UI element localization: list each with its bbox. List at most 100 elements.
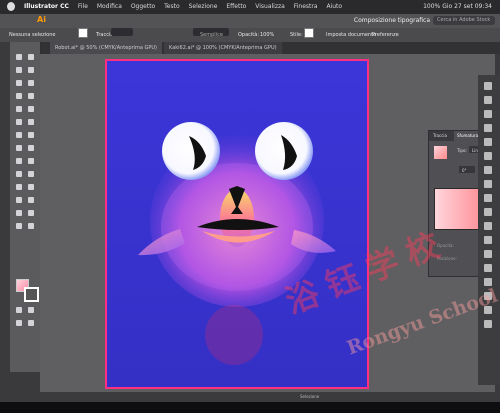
mesh-tool-icon[interactable]	[14, 169, 24, 179]
application-bar: Ai Composizione tipografica Cerca in Ado…	[0, 14, 500, 28]
illustrator-logo: Ai	[37, 15, 46, 24]
apple-icon[interactable]	[7, 2, 15, 11]
menu-app-name[interactable]: Illustrator CC	[24, 0, 69, 14]
opacity-value[interactable]: 100%	[260, 28, 274, 42]
transform-icon[interactable]	[484, 236, 492, 244]
blend-tool-icon[interactable]	[26, 182, 36, 192]
tab-kaki[interactable]: Kaki62.ai* @ 100% (CMYK/Anteprima GPU)	[164, 42, 282, 54]
menu-effect[interactable]: Effetto	[226, 0, 246, 14]
swatches-icon[interactable]	[484, 138, 492, 146]
selection-status-bottom: Selezione	[300, 394, 320, 399]
angle-value: 0°	[462, 168, 467, 173]
type-label: Tipo:	[457, 148, 467, 153]
battery-label: 100%	[423, 3, 441, 10]
position-label: Posizione:	[437, 256, 457, 261]
menu-object[interactable]: Oggetto	[131, 0, 155, 14]
draw-mode-icon[interactable]	[14, 318, 24, 328]
eraser-tool-icon[interactable]	[26, 117, 36, 127]
magic-wand-icon[interactable]	[14, 65, 24, 75]
align-icon[interactable]	[484, 208, 492, 216]
brushes-icon[interactable]	[484, 152, 492, 160]
scale-tool-icon[interactable]	[26, 130, 36, 140]
layers-icon[interactable]	[484, 96, 492, 104]
libraries-icon[interactable]	[484, 110, 492, 118]
robot-illustration	[138, 122, 336, 307]
lasso-icon[interactable]	[26, 65, 36, 75]
perspective-grid-icon[interactable]	[26, 156, 36, 166]
opentype-icon[interactable]	[484, 278, 492, 286]
fill-color-swatch[interactable]	[78, 28, 88, 38]
color-mode-icon[interactable]	[14, 305, 24, 315]
artboards-icon[interactable]	[484, 306, 492, 314]
menu-help[interactable]: Aiuto	[326, 0, 342, 14]
right-panel-dock	[478, 75, 500, 385]
right-eye	[255, 122, 313, 180]
gradient-tool-icon[interactable]	[26, 169, 36, 179]
shape-builder-icon[interactable]	[14, 156, 24, 166]
asset-export-icon[interactable]	[484, 320, 492, 328]
left-eye	[162, 122, 220, 180]
hand-tool-icon[interactable]	[14, 221, 24, 231]
tab-robot[interactable]: Robot.ai* @ 50% (CMYK/Anteprima GPU)	[50, 42, 162, 54]
document-setup-button[interactable]: Imposta documento	[326, 28, 376, 42]
column-graph-icon[interactable]	[26, 195, 36, 205]
properties-icon[interactable]	[484, 82, 492, 90]
selection-tool-icon[interactable]	[14, 52, 24, 62]
menu-file[interactable]: File	[78, 0, 88, 14]
gradient-mode-icon[interactable]	[26, 305, 36, 315]
width-tool-icon[interactable]	[14, 143, 24, 153]
monitor-bezel	[0, 402, 500, 413]
canvas-area[interactable]: Traccia Sfumatura Trasparen Tipo: Linear…	[40, 54, 495, 392]
artboard[interactable]	[105, 59, 369, 389]
direct-selection-tool-icon[interactable]	[26, 52, 36, 62]
links-icon[interactable]	[484, 292, 492, 300]
rectangle-tool-icon[interactable]	[14, 104, 24, 114]
zoom-tool-icon[interactable]	[26, 221, 36, 231]
style-label: Stile:	[290, 32, 303, 38]
menu-window[interactable]: Finestra	[294, 0, 318, 14]
stroke-weight-field[interactable]	[111, 28, 133, 36]
style-swatch[interactable]	[304, 28, 314, 38]
pen-tool-icon[interactable]	[14, 78, 24, 88]
clock-label: Gio 27 set 09:34	[442, 3, 492, 10]
slice-tool-icon[interactable]	[26, 208, 36, 218]
adobe-stock-search[interactable]: Cerca in Adobe Stock	[433, 16, 495, 25]
free-transform-icon[interactable]	[26, 143, 36, 153]
rotate-tool-icon[interactable]	[14, 130, 24, 140]
graphic-styles-icon[interactable]	[484, 180, 492, 188]
opacity-label-panel: Opacità:	[437, 243, 454, 248]
screen-mode-icon[interactable]	[26, 318, 36, 328]
workspace-switcher[interactable]: Composizione tipografica	[354, 17, 430, 24]
artboard-tool-icon[interactable]	[14, 208, 24, 218]
tab-gradient[interactable]: Sfumatura	[454, 131, 482, 141]
character-icon[interactable]	[484, 250, 492, 258]
menu-edit[interactable]: Modifica	[97, 0, 122, 14]
brush-value: Semplice	[200, 32, 223, 38]
menu-view[interactable]: Visualizza	[255, 0, 285, 14]
gradient-preview-icon[interactable]	[434, 146, 447, 159]
tab-kaki-label: Kaki62.ai* @ 100% (CMYK/Anteprima GPU)	[169, 45, 277, 51]
status-bar-bottom: Selezione	[40, 392, 500, 402]
symbol-sprayer-icon[interactable]	[14, 195, 24, 205]
appearance-icon[interactable]	[484, 194, 492, 202]
pathfinder-icon[interactable]	[484, 222, 492, 230]
symbols-icon[interactable]	[484, 166, 492, 174]
tab-stroke[interactable]: Traccia	[433, 131, 447, 141]
type-tool-icon[interactable]	[14, 91, 24, 101]
pencil-tool-icon[interactable]	[14, 117, 24, 127]
mac-menu-bar: Illustrator CC File Modifica Oggetto Tes…	[0, 0, 500, 14]
menu-text[interactable]: Testo	[164, 0, 180, 14]
stroke-swatch-icon[interactable]	[24, 287, 39, 302]
tab-robot-label: Robot.ai* @ 50% (CMYK/Anteprima GPU)	[55, 45, 157, 51]
color-icon[interactable]	[484, 124, 492, 132]
curvature-tool-icon[interactable]	[26, 78, 36, 88]
eyedropper-icon[interactable]	[14, 182, 24, 192]
preferences-button[interactable]: Preferenze	[372, 28, 399, 42]
paintbrush-tool-icon[interactable]	[26, 104, 36, 114]
status-bar: 100% Gio 27 set 09:34	[423, 0, 492, 14]
menu-selection[interactable]: Selezione	[189, 0, 218, 14]
line-tool-icon[interactable]	[26, 91, 36, 101]
opacity-label: Opacità:	[238, 32, 260, 38]
paragraph-icon[interactable]	[484, 264, 492, 272]
tools-panel	[10, 42, 41, 372]
